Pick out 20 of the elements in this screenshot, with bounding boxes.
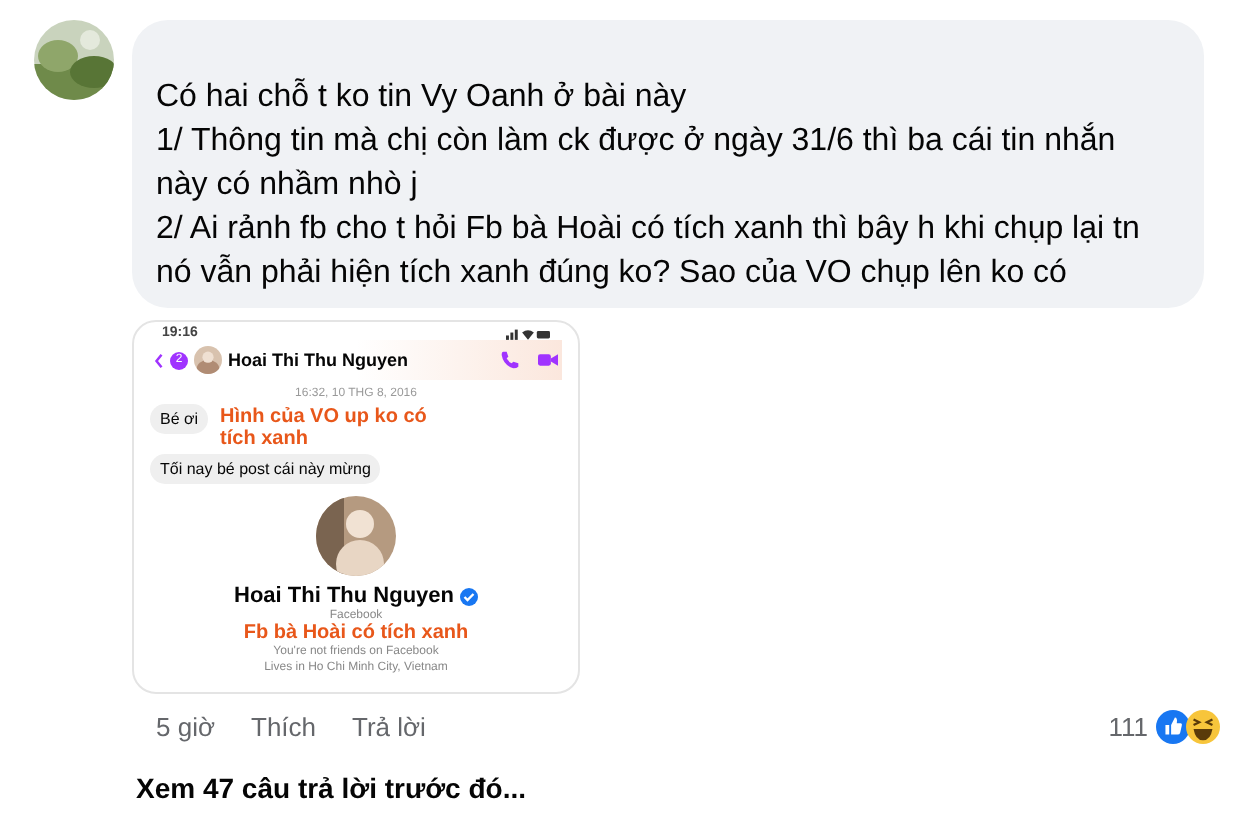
comment-text: 1/ Thông tin mà chị còn làm ck được ở ngày 31/6 thì ba cái tin nhắn này có nhầm nhò j — [156, 120, 1118, 206]
message-bubble: Bé ơi — [150, 404, 209, 434]
contact-name: Hoai Thi Thu Nguyen — [228, 350, 410, 370]
comment-time: 5 giờ — [156, 712, 215, 742]
message-bubble: Tối nay bé post cái này mừng — [150, 454, 381, 484]
comment-text: Có hai chỗ t ko tin Vy Oanh ở bài này — [156, 76, 689, 118]
video-icon[interactable] — [538, 350, 558, 370]
like-link[interactable]: Thích — [251, 712, 317, 742]
back-icon[interactable] — [154, 351, 164, 369]
like-reaction-icon — [1156, 710, 1190, 744]
annotation-text: Fb bà Hoài có tích xanh — [241, 624, 471, 644]
view-more-replies-link[interactable]: Xem 47 câu trả lời trước đó... — [136, 772, 1240, 804]
annotation-text: Hình của VO up ko có tích xanh — [220, 406, 429, 450]
haha-reaction-icon — [1186, 710, 1220, 744]
phone-icon[interactable] — [500, 350, 520, 370]
reaction-count: 111 — [1108, 712, 1148, 742]
profile-name: Hoai Thi Thu Nguyen — [234, 584, 454, 608]
comment-text: 2/ Ai rảnh fb cho t hỏi Fb bà Hoài có tích xanh thì bây h khi chụp lại tn nó vẫn phải hiện tích xanh đúng ko? Sao của VO chụp lên ko có — [156, 210, 1142, 294]
status-icons — [506, 327, 550, 339]
reply-link[interactable]: Trả lời — [352, 712, 426, 742]
